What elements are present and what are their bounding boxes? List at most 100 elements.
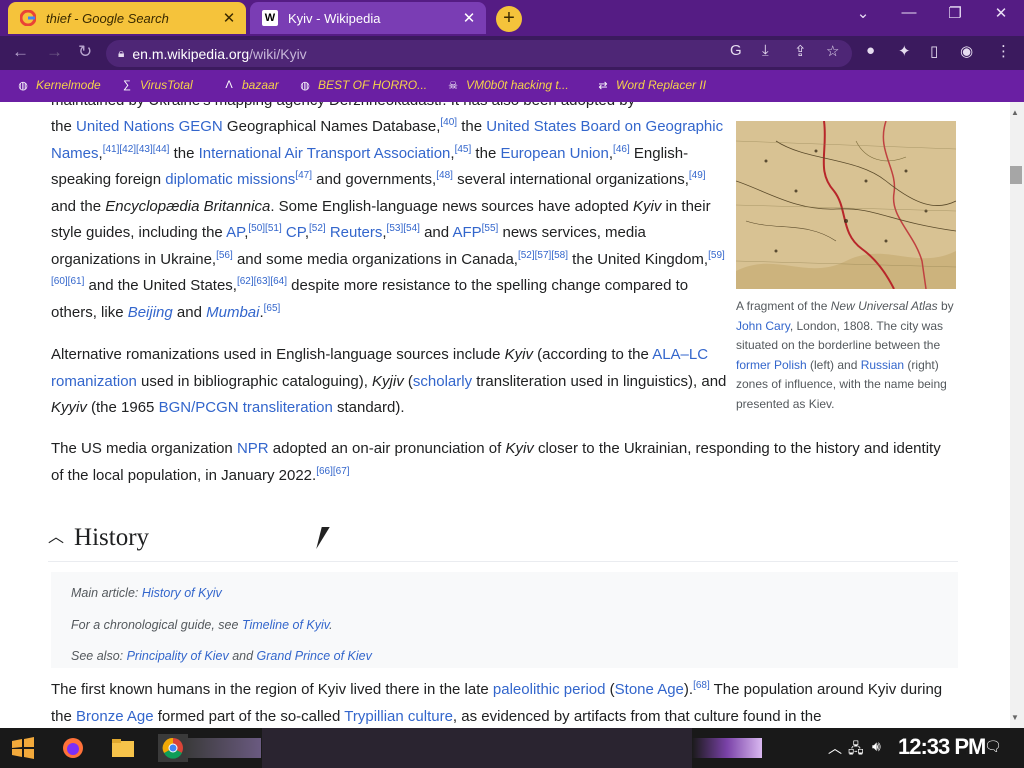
wiki-link[interactable]: former Polish <box>736 358 807 372</box>
firefox-icon[interactable] <box>58 734 88 762</box>
forward-icon[interactable]: → <box>46 42 63 62</box>
close-window-button[interactable]: ✕ <box>986 4 1016 22</box>
wiki-link[interactable]: Trypillian culture <box>344 708 453 725</box>
bookmark-word-replacer[interactable]: ⇄ Word Replacer II <box>596 78 706 92</box>
new-tab-button[interactable]: + <box>496 6 522 32</box>
wiki-link[interactable]: scholarly <box>413 373 472 390</box>
collapse-chevron-icon[interactable]: ︿ <box>48 525 64 552</box>
close-tab-icon[interactable]: ✕ <box>218 9 240 27</box>
tab-wikipedia[interactable]: W Kyiv - Wikipedia ✕ <box>250 2 486 34</box>
restore-button[interactable]: ❐ <box>940 4 970 22</box>
share-icon[interactable]: ⇪ <box>794 42 807 60</box>
wiki-link[interactable]: AFP <box>452 224 481 241</box>
wiki-link[interactable]: International Air Transport Association <box>199 145 451 162</box>
citation-link[interactable]: [68] <box>693 680 710 691</box>
text-run: . <box>329 617 333 632</box>
wiki-link[interactable]: Stone Age <box>615 681 684 698</box>
wikipedia-icon: W <box>262 10 278 26</box>
bookmark-best-of-horror[interactable]: ◍ BEST OF HORRO... <box>298 78 427 92</box>
wiki-link[interactable]: European Union <box>500 145 608 162</box>
text-run: ( <box>605 681 615 698</box>
taskbar-clock[interactable]: 12:33 PM <box>898 734 986 760</box>
figure-caption: A fragment of the New Universal Atlas by… <box>736 297 956 414</box>
citation-link[interactable]: [40] <box>440 117 457 128</box>
wiki-link[interactable]: BGN/PCGN transliteration <box>159 399 333 416</box>
citation-link[interactable]: [48] <box>436 170 453 181</box>
citation-link[interactable]: [53][54] <box>387 223 420 234</box>
atlas-map-image[interactable] <box>736 121 956 289</box>
citation-link[interactable]: [62][63][64] <box>237 276 287 287</box>
page-scrollbar[interactable] <box>1010 102 1024 728</box>
chrome-icon[interactable] <box>158 734 188 762</box>
citation-link[interactable]: [65] <box>264 303 281 314</box>
tab-search-chevron-icon[interactable]: ⌄ <box>848 4 878 22</box>
extensions-puzzle-icon[interactable]: ✦ <box>898 42 911 60</box>
network-icon[interactable]: 🖧︎ <box>848 738 864 762</box>
text-run: the <box>169 144 199 162</box>
wiki-link[interactable]: Mumbai <box>206 304 259 321</box>
text-run: and some media organizations in Canada, <box>232 250 518 268</box>
wiki-link[interactable]: Principality of Kiev <box>127 649 229 663</box>
citation-link[interactable]: [41][42][43][44] <box>103 144 170 155</box>
profile-icon[interactable]: ◉ <box>960 42 973 60</box>
wiki-link[interactable]: John Cary <box>736 319 790 333</box>
minimize-button[interactable]: — <box>894 4 924 21</box>
tray-chevron-icon[interactable]: ︿ <box>828 738 842 758</box>
citation-link[interactable]: [55] <box>482 223 499 234</box>
file-explorer-icon[interactable] <box>108 734 138 762</box>
wiki-link[interactable]: paleolithic period <box>493 681 606 698</box>
bookmark-bazaar[interactable]: Λbazaar <box>222 78 278 92</box>
citation-link[interactable]: [52][57][58] <box>518 250 568 261</box>
reload-icon[interactable]: ↻ <box>78 42 92 62</box>
extension-avatar-icon[interactable]: ● <box>866 42 875 59</box>
close-tab-icon[interactable]: ✕ <box>458 9 480 27</box>
scroll-down-arrow-icon[interactable]: ▼ <box>1011 713 1019 722</box>
menu-kebab-icon[interactable]: ⋮ <box>996 42 1011 60</box>
text-run: adopted an on-air pronunciation of <box>268 440 506 457</box>
bookmark-star-icon[interactable]: ☆ <box>826 42 839 60</box>
text-run: and the United States, <box>84 277 237 294</box>
citation-link[interactable]: [49] <box>689 170 706 181</box>
text-run: A fragment of the <box>736 299 831 313</box>
bookmark-vm0b0t[interactable]: ☠ VM0b0t hacking t... <box>446 78 569 92</box>
wiki-link[interactable]: Russian <box>861 358 904 372</box>
tab-title: Kyiv - Wikipedia <box>288 10 381 26</box>
hatnote-main-article: Main article: History of Kyiv <box>71 578 938 610</box>
tab-google-search[interactable]: thief - Google Search ✕ <box>8 2 246 34</box>
citation-link[interactable]: [52] <box>309 223 326 234</box>
wiki-link[interactable]: Timeline of Kyiv <box>242 618 329 632</box>
scroll-up-arrow-icon[interactable]: ▲ <box>1011 108 1019 117</box>
wiki-link[interactable]: NPR <box>237 440 269 457</box>
wiki-link[interactable]: Reuters <box>330 224 383 241</box>
wiki-link[interactable]: History of Kyiv <box>142 586 222 600</box>
notifications-icon[interactable]: 🗨︎ <box>984 738 1002 755</box>
bookmark-kernelmode[interactable]: ◍ Kernelmode <box>16 78 101 92</box>
scrollbar-thumb[interactable] <box>1010 166 1022 184</box>
citation-link[interactable]: [50][51] <box>248 223 281 234</box>
wiki-link[interactable]: CP <box>286 224 305 241</box>
taskbar-decoration <box>692 738 762 758</box>
text-run: . Some English-language news sources hav… <box>270 197 634 215</box>
google-lens-icon[interactable]: G <box>730 42 742 59</box>
wiki-link[interactable]: United Nations GEGN <box>76 118 223 135</box>
text-run: ( <box>403 372 413 390</box>
citation-link[interactable]: [66][67] <box>316 466 349 477</box>
text-run: For a chronological guide, see <box>71 617 242 632</box>
section-heading-history[interactable]: ︿ History <box>48 516 958 562</box>
volume-icon[interactable]: 🔊︎ <box>872 738 881 755</box>
side-panel-icon[interactable]: ▯ <box>930 42 938 60</box>
wiki-link[interactable]: diplomatic missions <box>165 171 295 188</box>
wiki-link[interactable]: Beijing <box>128 304 173 321</box>
install-app-icon[interactable]: ⤓ <box>762 42 769 59</box>
wiki-link[interactable]: AP <box>226 224 244 241</box>
citation-link[interactable]: [46] <box>613 144 630 155</box>
citation-link[interactable]: [47] <box>295 170 312 181</box>
wiki-link[interactable]: Bronze Age <box>76 708 154 725</box>
article-paragraph: the United Nations GEGN Geographical Nam… <box>51 114 731 326</box>
start-icon[interactable] <box>8 734 38 762</box>
wiki-link[interactable]: Grand Prince of Kiev <box>257 649 372 663</box>
back-icon[interactable]: ← <box>12 42 29 62</box>
bookmark-virustotal[interactable]: ∑ VirusTotal <box>120 78 193 92</box>
citation-link[interactable]: [56] <box>216 250 233 261</box>
citation-link[interactable]: [45] <box>455 144 472 155</box>
